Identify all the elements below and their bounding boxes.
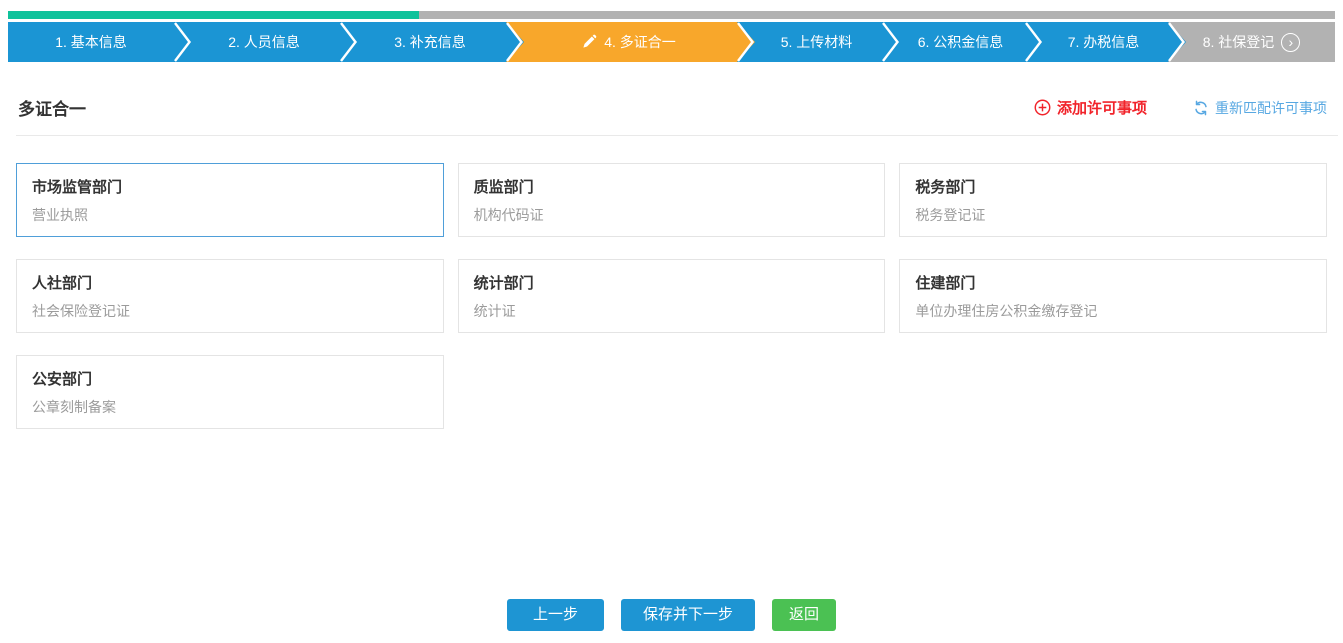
step-label: 7. 办税信息	[1068, 32, 1140, 52]
card-department: 质监部门	[474, 176, 870, 197]
card-department: 税务部门	[915, 176, 1311, 197]
step-5-upload-materials[interactable]: 5. 上传材料	[737, 22, 900, 62]
card-certificate: 营业执照	[32, 205, 428, 225]
certificate-card-grid: 市场监管部门 营业执照 质监部门 机构代码证 税务部门 税务登记证 人社部门 社…	[16, 163, 1327, 429]
previous-step-button[interactable]: 上一步	[507, 599, 604, 631]
chevron-right-circle-icon[interactable]: ›	[1281, 33, 1300, 52]
card-certificate: 公章刻制备案	[32, 397, 428, 417]
card-market-regulation[interactable]: 市场监管部门 营业执照	[16, 163, 444, 237]
card-tax-department[interactable]: 税务部门 税务登记证	[899, 163, 1327, 237]
step-1-basic-info[interactable]: 1. 基本信息	[8, 22, 192, 62]
card-human-resources[interactable]: 人社部门 社会保险登记证	[16, 259, 444, 333]
card-quality-supervision[interactable]: 质监部门 机构代码证	[458, 163, 886, 237]
section-header: 多证合一 添加许可事项 重新匹配许可事项	[18, 95, 1327, 120]
step-7-tax-info[interactable]: 7. 办税信息	[1025, 22, 1186, 62]
step-2-personnel-info[interactable]: 2. 人员信息	[174, 22, 358, 62]
card-department: 市场监管部门	[32, 176, 428, 197]
progress-bar	[8, 11, 1335, 19]
back-button[interactable]: 返回	[772, 599, 836, 631]
step-label: 6. 公积金信息	[918, 32, 1004, 52]
header-divider	[16, 135, 1338, 136]
refresh-icon	[1193, 100, 1209, 116]
step-wizard: 1. 基本信息 2. 人员信息 3. 补充信息 4. 多证合一 5. 上传材料 …	[8, 22, 1335, 62]
step-8-social-security[interactable]: 8. 社保登记 ›	[1168, 22, 1335, 62]
step-label: 8. 社保登记	[1203, 32, 1275, 52]
card-department: 统计部门	[474, 272, 870, 293]
card-department: 住建部门	[915, 272, 1311, 293]
save-and-next-button[interactable]: 保存并下一步	[621, 599, 755, 631]
step-3-supplementary-info[interactable]: 3. 补充信息	[340, 22, 524, 62]
rematch-license-link[interactable]: 重新匹配许可事项	[1193, 98, 1327, 118]
progress-fill	[8, 11, 419, 19]
card-certificate: 统计证	[474, 301, 870, 321]
card-housing-construction[interactable]: 住建部门 单位办理住房公积金缴存登记	[899, 259, 1327, 333]
step-4-multi-certificate-active[interactable]: 4. 多证合一	[506, 22, 755, 62]
step-6-provident-fund-info[interactable]: 6. 公积金信息	[882, 22, 1043, 62]
step-label: 5. 上传材料	[781, 32, 853, 52]
header-actions: 添加许可事项 重新匹配许可事项	[1034, 97, 1327, 118]
card-certificate: 单位办理住房公积金缴存登记	[915, 301, 1311, 321]
step-label: 1. 基本信息	[55, 32, 127, 52]
card-certificate: 机构代码证	[474, 205, 870, 225]
card-department: 公安部门	[32, 368, 428, 389]
pencil-icon	[581, 34, 597, 50]
step-label: 3. 补充信息	[394, 32, 466, 52]
add-license-item-label: 添加许可事项	[1057, 97, 1147, 118]
page-title: 多证合一	[18, 95, 86, 120]
card-certificate: 税务登记证	[915, 205, 1311, 225]
add-license-item-link[interactable]: 添加许可事项	[1034, 97, 1147, 118]
rematch-license-label: 重新匹配许可事项	[1215, 98, 1327, 118]
card-public-security[interactable]: 公安部门 公章刻制备案	[16, 355, 444, 429]
plus-circle-icon	[1034, 99, 1051, 116]
footer-actions: 上一步 保存并下一步 返回	[0, 599, 1343, 631]
card-certificate: 社会保险登记证	[32, 301, 428, 321]
step-label: 4. 多证合一	[604, 32, 676, 52]
card-department: 人社部门	[32, 272, 428, 293]
step-label: 2. 人员信息	[228, 32, 300, 52]
card-statistics[interactable]: 统计部门 统计证	[458, 259, 886, 333]
